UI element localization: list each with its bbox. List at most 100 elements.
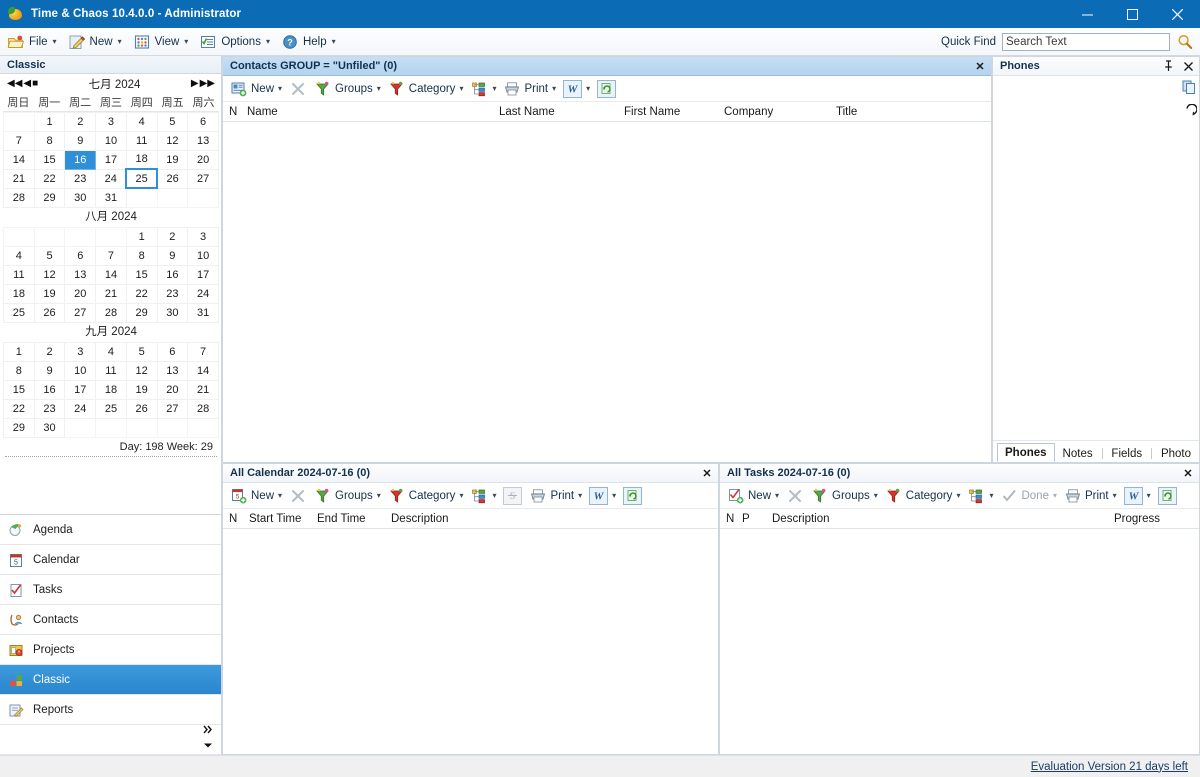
- month-grid-august[interactable]: 1234567891011121314151617181920212223242…: [3, 227, 219, 323]
- calendar-word-export-button[interactable]: W ▾: [586, 485, 619, 507]
- tasks-refresh-button[interactable]: [1155, 485, 1180, 507]
- magnifier-icon[interactable]: [1176, 33, 1194, 51]
- calendar-day-3[interactable]: 3: [188, 227, 219, 246]
- calendar-day-27[interactable]: 27: [157, 399, 188, 418]
- calendar-day-25[interactable]: 25: [4, 303, 35, 322]
- calendar-day-28[interactable]: 28: [4, 188, 35, 207]
- calendar-day-13[interactable]: 13: [65, 265, 96, 284]
- calendar-day-15[interactable]: 15: [126, 265, 157, 284]
- tasks-col-n[interactable]: N: [720, 513, 738, 525]
- calendar-day-12[interactable]: 12: [157, 131, 188, 150]
- calendar-day-23[interactable]: 23: [157, 284, 188, 303]
- calendar-day-24[interactable]: 24: [96, 169, 127, 188]
- calendar-day-14[interactable]: 14: [188, 361, 219, 380]
- menu-new[interactable]: New ▾: [65, 30, 126, 54]
- calendar-day-18[interactable]: 18: [96, 380, 127, 399]
- calendar-day-6[interactable]: 6: [188, 112, 219, 131]
- copy-icon[interactable]: [1182, 80, 1197, 98]
- calendar-day-6[interactable]: 6: [65, 246, 96, 265]
- sidebar-item-contacts[interactable]: Contacts: [0, 605, 221, 635]
- calendar-refresh-button[interactable]: [620, 485, 645, 507]
- calendar-day-21[interactable]: 21: [188, 380, 219, 399]
- calendar-col-description[interactable]: Description: [385, 513, 645, 525]
- tab-phones[interactable]: Phones: [997, 443, 1055, 462]
- calendar-day-1[interactable]: 1: [4, 342, 35, 361]
- calendar-day-17[interactable]: 17: [188, 265, 219, 284]
- contacts-treeview-button[interactable]: ▾: [467, 78, 499, 100]
- calendar-day-24[interactable]: 24: [65, 399, 96, 418]
- contacts-col-last-name[interactable]: Last Name: [493, 106, 618, 118]
- calendar-strike-button[interactable]: S: [500, 485, 525, 507]
- calendar-day-3[interactable]: 3: [65, 342, 96, 361]
- calendar-day-8[interactable]: 8: [126, 246, 157, 265]
- nav-last-icon[interactable]: ▶▶: [200, 79, 215, 89]
- sidebar-item-agenda[interactable]: Agenda: [0, 515, 221, 545]
- calendar-day-2[interactable]: 2: [157, 227, 188, 246]
- calendar-col-end-time[interactable]: End Time: [311, 513, 385, 525]
- calendar-day-19[interactable]: 19: [34, 284, 65, 303]
- menu-file[interactable]: File ▾: [4, 30, 61, 54]
- tasks-groups-button[interactable]: Groups ▾: [808, 485, 881, 507]
- nav-next-icon[interactable]: ▶: [191, 79, 199, 89]
- calendar-day-18[interactable]: 18: [4, 284, 35, 303]
- calendar-day-5[interactable]: 5: [126, 342, 157, 361]
- contacts-groups-button[interactable]: Groups ▾: [311, 78, 384, 100]
- calendar-day-27[interactable]: 27: [188, 169, 219, 188]
- calendar-day-28[interactable]: 28: [188, 399, 219, 418]
- calendar-day-16[interactable]: 16: [157, 265, 188, 284]
- tasks-done-button[interactable]: Done ▾: [997, 485, 1060, 507]
- sidebar-item-tasks[interactable]: Tasks: [0, 575, 221, 605]
- menu-help[interactable]: ? Help ▾: [278, 30, 340, 54]
- calendar-treeview-button[interactable]: ▾: [467, 485, 499, 507]
- calendar-day-7[interactable]: 7: [96, 246, 127, 265]
- calendar-day-14[interactable]: 14: [4, 150, 35, 169]
- calendar-day-26[interactable]: 26: [157, 169, 188, 188]
- contacts-refresh-button[interactable]: [594, 78, 619, 100]
- search-input[interactable]: [1002, 33, 1170, 51]
- calendar-day-10[interactable]: 10: [188, 246, 219, 265]
- calendar-day-7[interactable]: 7: [4, 131, 35, 150]
- calendar-day-5[interactable]: 5: [157, 112, 188, 131]
- calendar-day-19[interactable]: 19: [126, 380, 157, 399]
- calendar-day-16[interactable]: 16: [34, 380, 65, 399]
- calendar-day-9[interactable]: 9: [65, 131, 96, 150]
- tasks-col-description[interactable]: Description: [766, 513, 1114, 525]
- calendar-new-button[interactable]: 5 New ▾: [227, 485, 285, 507]
- close-button[interactable]: [1155, 0, 1200, 28]
- calendar-day-25[interactable]: 25: [126, 169, 157, 188]
- tasks-col-p[interactable]: P: [738, 513, 766, 525]
- tasks-treeview-button[interactable]: ▾: [964, 485, 996, 507]
- calendar-day-8[interactable]: 8: [34, 131, 65, 150]
- calendar-day-23[interactable]: 23: [65, 169, 96, 188]
- maximize-button[interactable]: [1110, 0, 1155, 28]
- calendar-day-8[interactable]: 8: [4, 361, 35, 380]
- calendar-day-11[interactable]: 11: [126, 131, 157, 150]
- phones-panel-close-button[interactable]: [1181, 59, 1195, 73]
- sidebar-item-projects[interactable]: Projects: [0, 635, 221, 665]
- calendar-day-29[interactable]: 29: [4, 418, 35, 437]
- sidebar-item-reports[interactable]: Reports: [0, 695, 221, 725]
- calendar-day-4[interactable]: 4: [126, 112, 157, 131]
- calendar-day-11[interactable]: 11: [96, 361, 127, 380]
- contacts-col-first-name[interactable]: First Name: [618, 106, 718, 118]
- contacts-col-n[interactable]: N: [223, 106, 241, 118]
- tab-photo[interactable]: Photo: [1153, 444, 1199, 462]
- contacts-col-company[interactable]: Company: [718, 106, 830, 118]
- tab-fields[interactable]: Fields: [1103, 444, 1150, 462]
- calendar-day-4[interactable]: 4: [4, 246, 35, 265]
- calendar-groups-button[interactable]: Groups ▾: [311, 485, 384, 507]
- contacts-new-button[interactable]: New ▾: [227, 78, 285, 100]
- calendar-day-22[interactable]: 22: [4, 399, 35, 418]
- sidebar-item-calendar[interactable]: 5 Calendar: [0, 545, 221, 575]
- calendar-day-31[interactable]: 31: [188, 303, 219, 322]
- tasks-word-export-button[interactable]: W ▾: [1121, 485, 1154, 507]
- month-grid-september[interactable]: 1234567891011121314151617181920212223242…: [3, 342, 219, 438]
- calendar-col-n[interactable]: N: [223, 513, 243, 525]
- calendar-day-30[interactable]: 30: [34, 418, 65, 437]
- calendar-day-17[interactable]: 17: [65, 380, 96, 399]
- nav-prev-icon[interactable]: ◀: [23, 79, 31, 89]
- tasks-print-button[interactable]: Print ▾: [1061, 485, 1120, 507]
- calendar-day-1[interactable]: 1: [34, 112, 65, 131]
- contacts-word-export-button[interactable]: W ▾: [560, 78, 593, 100]
- calendar-day-21[interactable]: 21: [96, 284, 127, 303]
